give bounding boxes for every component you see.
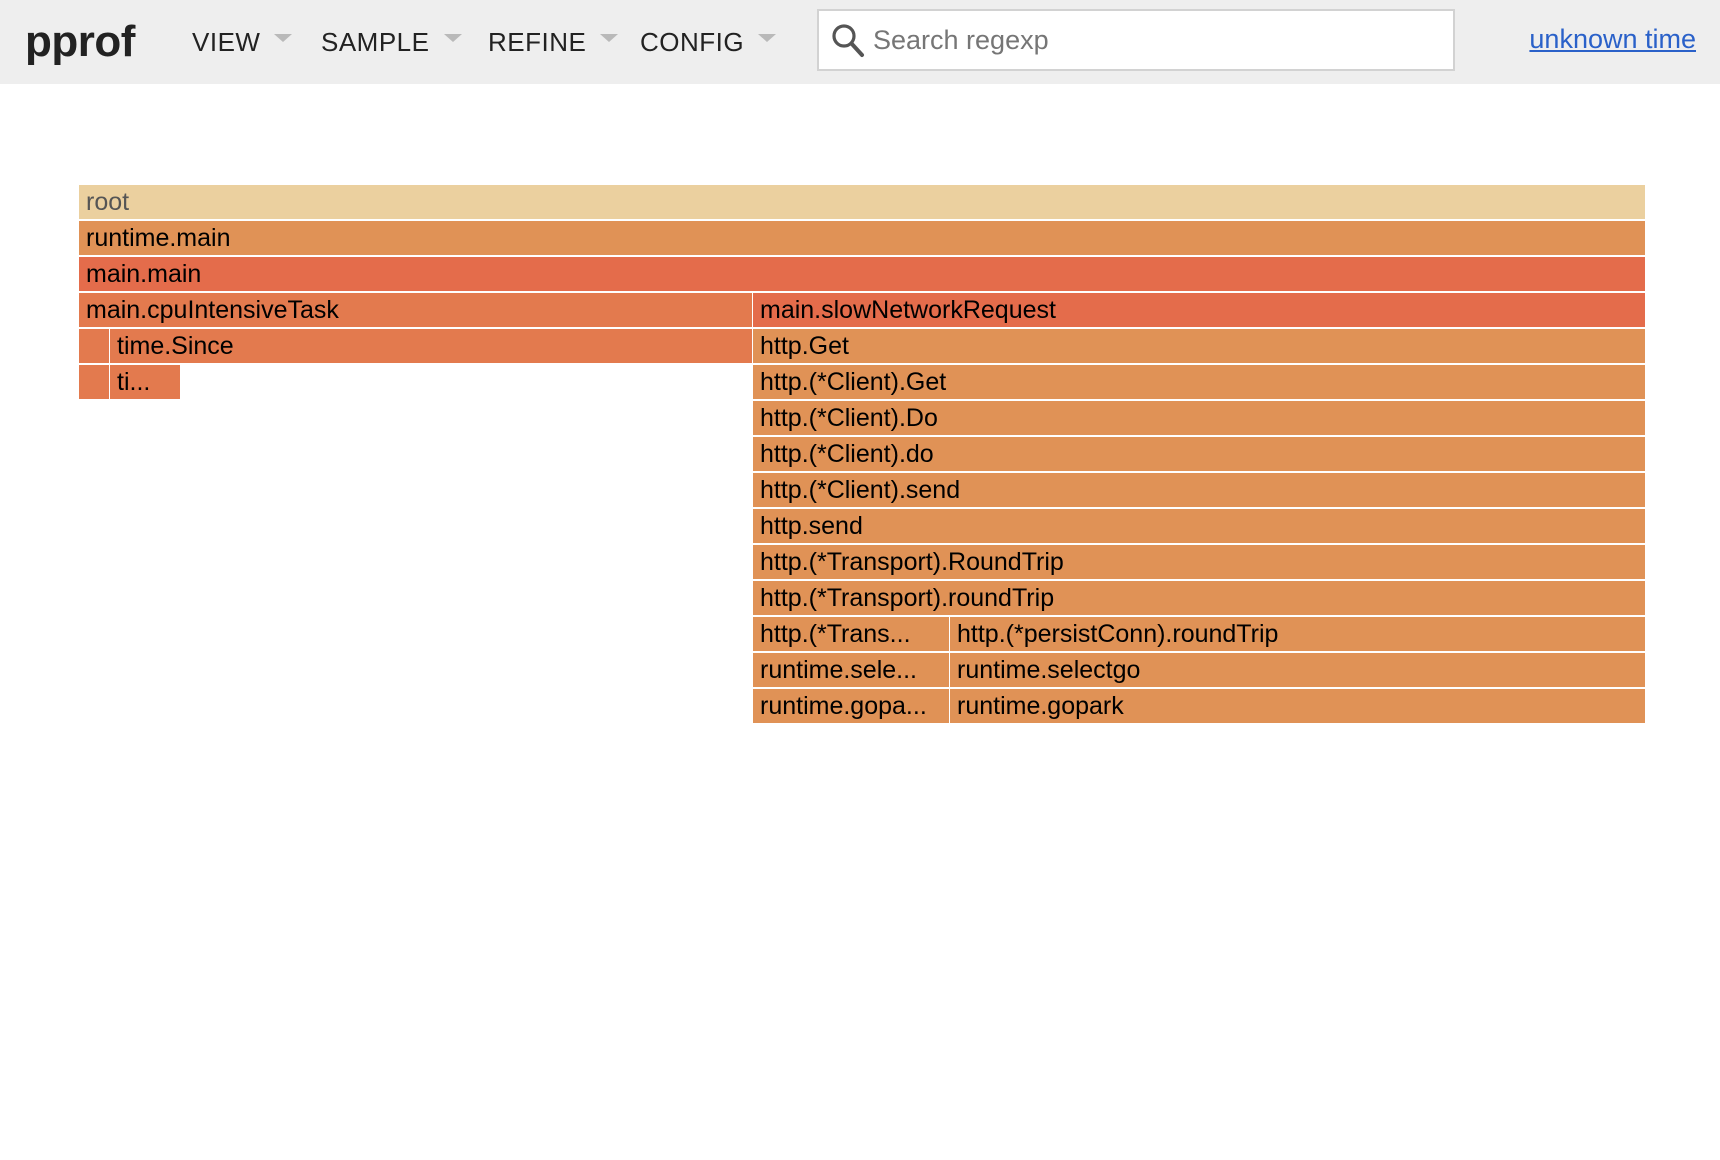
menu-config-label: CONFIG <box>640 26 745 57</box>
flame-frame[interactable]: http.send <box>753 509 1646 543</box>
flame-frame[interactable]: http.(*Client).do <box>753 437 1646 471</box>
flame-frame[interactable]: http.(*persistConn).roundTrip <box>950 617 1646 651</box>
menu-sample-label: SAMPLE <box>321 26 430 57</box>
flame-frame[interactable]: http.Get <box>753 329 1646 363</box>
flame-frame[interactable]: http.(*Transport).RoundTrip <box>753 545 1646 579</box>
menu-view[interactable]: VIEW <box>192 22 293 62</box>
menu-sample[interactable]: SAMPLE <box>321 22 462 62</box>
chevron-down-icon <box>443 34 462 42</box>
search-icon <box>832 24 864 57</box>
flame-frame[interactable]: runtime.gopa... <box>753 689 950 723</box>
flame-frame[interactable]: time.Since <box>110 329 753 363</box>
flame-frame[interactable]: http.(*Transport).roundTrip <box>753 581 1646 615</box>
menu-refine[interactable]: REFINE <box>488 22 619 62</box>
flame-frame[interactable]: main.main <box>79 257 1646 291</box>
flame-graph: root runtime.main main.main main.cpuIntensi… <box>79 185 1646 725</box>
flame-frame[interactable]: http.(*Client).Do <box>753 401 1646 435</box>
flame-frame-unlabeled[interactable] <box>79 329 110 363</box>
menu-config[interactable]: CONFIG <box>640 22 777 62</box>
app-logo[interactable]: pprof <box>25 14 135 70</box>
flame-frame[interactable]: runtime.sele... <box>753 653 950 687</box>
flame-frame-unlabeled[interactable] <box>79 365 110 399</box>
search-box <box>817 9 1455 71</box>
flame-frame[interactable]: ti... <box>110 365 181 399</box>
top-toolbar: pprof VIEW SAMPLE REFINE CONFIG unknown … <box>0 0 1720 84</box>
menu-refine-label: REFINE <box>488 26 587 57</box>
flame-frame[interactable]: http.(*Client).send <box>753 473 1646 507</box>
flame-frame[interactable]: main.cpuIntensiveTask <box>79 293 753 327</box>
flame-frame[interactable]: main.slowNetworkRequest <box>753 293 1646 327</box>
time-link[interactable]: unknown time <box>1529 24 1696 55</box>
menu-view-label: VIEW <box>192 26 261 57</box>
chevron-down-icon <box>758 34 777 42</box>
chevron-down-icon <box>600 34 619 42</box>
flame-frame[interactable]: root <box>79 185 1646 219</box>
flame-frame[interactable]: runtime.main <box>79 221 1646 255</box>
flame-frame[interactable]: runtime.gopark <box>950 689 1646 723</box>
flame-frame[interactable]: http.(*Client).Get <box>753 365 1646 399</box>
search-input[interactable] <box>873 19 1433 61</box>
flame-frame[interactable]: http.(*Trans... <box>753 617 950 651</box>
flame-frame[interactable]: runtime.selectgo <box>950 653 1646 687</box>
chevron-down-icon <box>274 34 293 42</box>
